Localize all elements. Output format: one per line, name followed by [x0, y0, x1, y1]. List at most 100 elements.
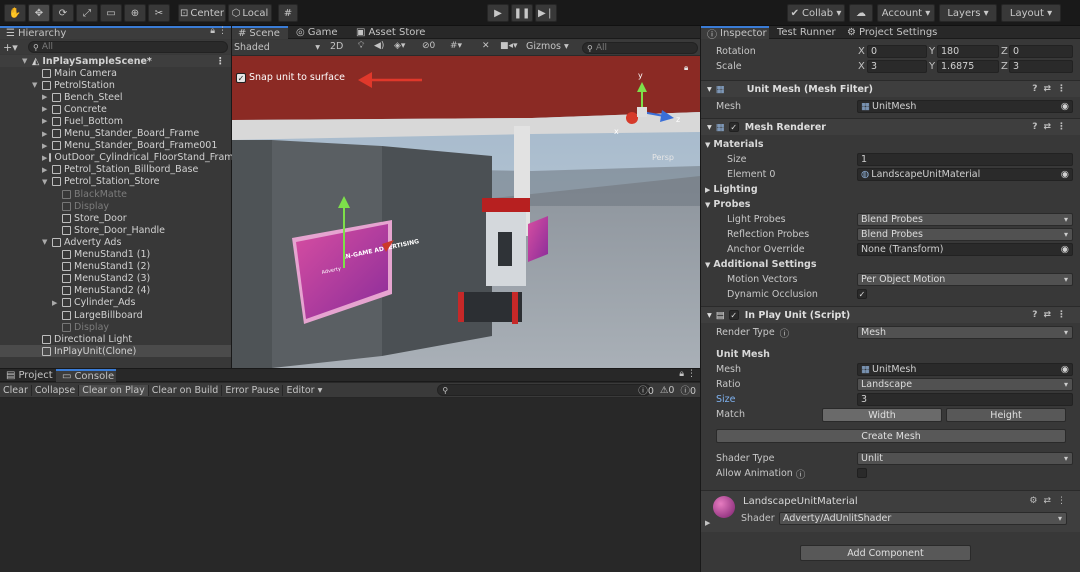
scale-tool-icon[interactable]: ⤢: [76, 4, 98, 22]
collapse-button[interactable]: Collapse: [32, 384, 80, 396]
hierarchy-item[interactable]: ▶ Petrol_Station_Billbord_Base: [0, 164, 231, 176]
mesh-filter-header[interactable]: ▾ ▦ Unit Mesh (Mesh Filter) ?⇄⋮: [701, 80, 1080, 97]
transform-tool-icon[interactable]: ⊕: [124, 4, 146, 22]
tab-console[interactable]: ▭ Console: [56, 369, 116, 382]
light-probes-dropdown[interactable]: Blend Probes: [857, 213, 1073, 226]
warning-filter-toggle[interactable]: ⚠0: [660, 385, 675, 396]
object-picker-icon[interactable]: ◉: [1061, 101, 1069, 112]
collapse-arrow-icon[interactable]: ▶: [42, 130, 50, 138]
hierarchy-item[interactable]: Display: [0, 321, 231, 333]
gizmo-x-sphere[interactable]: [626, 112, 638, 124]
inplay-unit-header[interactable]: ▾ ▤ ✓ In Play Unit (Script) ?⇄⋮: [701, 306, 1080, 323]
more-menu-icon[interactable]: ⋮: [218, 26, 227, 36]
object-picker-icon[interactable]: ◉: [1061, 169, 1069, 180]
object-picker-icon[interactable]: ◉: [1061, 364, 1069, 375]
scene-root-item[interactable]: ▼ ◭ InPlaySampleScene* ⋮: [0, 55, 231, 67]
inplay-size-field[interactable]: 3: [857, 393, 1073, 406]
additional-settings-foldout[interactable]: ▼ Additional Settings: [701, 257, 1080, 272]
pivot-center-button[interactable]: ⊡ Center: [178, 4, 226, 22]
collapse-arrow-icon[interactable]: ▶: [52, 299, 60, 307]
grid-snap-icon[interactable]: #: [278, 4, 298, 22]
hierarchy-item[interactable]: ▶ Concrete: [0, 103, 231, 115]
step-button[interactable]: ▶❘: [535, 4, 557, 22]
hierarchy-item[interactable]: MenuStand2 (4): [0, 285, 231, 297]
hierarchy-item[interactable]: ▶ Menu_Stander_Board_Frame: [0, 128, 231, 140]
hierarchy-item[interactable]: Store_Door: [0, 212, 231, 224]
hierarchy-item[interactable]: ▶ Cylinder_Ads: [0, 297, 231, 309]
2d-toggle-button[interactable]: 2D: [330, 41, 343, 52]
element0-material-field[interactable]: ◍ LandscapeUnitMaterial ◉: [857, 168, 1073, 181]
foldout-arrow-icon[interactable]: ▾: [707, 84, 712, 95]
log-filter-toggle[interactable]: ⓘ0: [638, 383, 654, 397]
collab-dropdown[interactable]: ✔ Collab ▾: [787, 4, 845, 22]
scale-y-field[interactable]: 1.6875: [937, 60, 999, 73]
hierarchy-item[interactable]: Store_Door_Handle: [0, 224, 231, 236]
hierarchy-item[interactable]: ▼ Adverty Ads: [0, 236, 231, 248]
lighting-foldout[interactable]: ▶ Lighting: [701, 182, 1080, 197]
collapse-arrow-icon[interactable]: ▶: [42, 166, 50, 174]
component-header-icons[interactable]: ?⇄⋮: [1032, 310, 1072, 320]
shader-type-dropdown[interactable]: Unlit: [857, 452, 1073, 465]
expand-arrow-icon[interactable]: ▼: [22, 57, 30, 65]
tab-project[interactable]: ▤ Project: [0, 369, 59, 382]
materials-foldout[interactable]: ▼ Materials: [701, 137, 1080, 152]
mesh-renderer-enabled-checkbox[interactable]: ✓: [728, 122, 739, 132]
material-preview-sphere[interactable]: [713, 496, 735, 518]
persp-label[interactable]: Persp: [652, 153, 674, 162]
component-header-icons[interactable]: ?⇄⋮: [1032, 84, 1072, 94]
lighting-toggle-icon[interactable]: 💡︎: [358, 41, 364, 51]
hierarchy-item[interactable]: Directional Light: [0, 333, 231, 345]
render-type-dropdown[interactable]: Mesh: [857, 326, 1073, 339]
hierarchy-item[interactable]: ▶ Menu_Stander_Board_Frame001: [0, 140, 231, 152]
allow-animation-checkbox[interactable]: [857, 468, 867, 478]
object-picker-icon[interactable]: ◉: [1061, 244, 1069, 255]
shading-mode-dropdown[interactable]: Shaded ▾: [234, 41, 322, 54]
rotation-y-field[interactable]: 180: [937, 45, 999, 58]
lock-icon[interactable]: 🔒︎: [679, 369, 684, 379]
hierarchy-item[interactable]: LargeBillboard: [0, 309, 231, 321]
mesh-renderer-header[interactable]: ▾ ▦ ✓ Mesh Renderer ?⇄⋮: [701, 118, 1080, 135]
hidden-objects-toggle[interactable]: ⊘0: [422, 41, 435, 51]
motion-vectors-dropdown[interactable]: Per Object Motion: [857, 273, 1073, 286]
tab-project-settings[interactable]: ⚙ Project Settings: [841, 26, 943, 39]
rotation-z-field[interactable]: 0: [1009, 45, 1073, 58]
material-header-icons[interactable]: ⚙⇄⋮: [1029, 496, 1072, 506]
tab-scene[interactable]: # Scene: [232, 26, 288, 39]
play-button[interactable]: ▶: [487, 4, 509, 22]
create-add-icon[interactable]: +▾: [3, 41, 18, 54]
tab-inspector[interactable]: ⓘ Inspector: [701, 26, 769, 41]
collapse-arrow-icon[interactable]: ▶: [42, 105, 50, 113]
gizmo-center-cube[interactable]: [637, 107, 647, 117]
mesh-filter-mesh-field[interactable]: ▦ UnitMesh ◉: [857, 100, 1073, 113]
pause-button[interactable]: ❚❚: [511, 4, 533, 22]
collapse-arrow-icon[interactable]: ▶: [42, 154, 47, 162]
hierarchy-item[interactable]: ▶ Bench_Steel: [0, 91, 231, 103]
cloud-icon[interactable]: ☁: [849, 4, 873, 22]
hierarchy-item[interactable]: MenuStand1 (2): [0, 261, 231, 273]
scene-menu-icon[interactable]: ⋮: [216, 56, 226, 67]
match-height-button[interactable]: Height: [946, 408, 1066, 422]
clear-on-play-button[interactable]: Clear on Play: [79, 384, 149, 396]
tools-icon[interactable]: ✕: [482, 41, 490, 51]
checkbox-checked-icon[interactable]: ✓: [236, 72, 246, 83]
probes-foldout[interactable]: ▼ Probes: [701, 197, 1080, 212]
add-component-button[interactable]: Add Component: [800, 545, 971, 561]
scale-x-field[interactable]: 3: [867, 60, 927, 73]
inplay-mesh-field[interactable]: ▦ UnitMesh ◉: [857, 363, 1073, 376]
clear-button[interactable]: Clear: [0, 384, 32, 396]
editor-dropdown[interactable]: Editor ▾: [283, 385, 325, 396]
error-filter-toggle[interactable]: ⓘ0: [680, 383, 696, 397]
grid-toggle-icon[interactable]: #▾: [450, 41, 462, 51]
rect-tool-icon[interactable]: ▭: [100, 4, 122, 22]
error-pause-button[interactable]: Error Pause: [222, 384, 284, 396]
layout-dropdown[interactable]: Layout ▾: [1001, 4, 1061, 22]
hierarchy-item[interactable]: ▼ Petrol_Station_Store: [0, 176, 231, 188]
reflection-probes-dropdown[interactable]: Blend Probes: [857, 228, 1073, 241]
collapse-arrow-icon[interactable]: ▶: [42, 117, 50, 125]
hierarchy-search-input[interactable]: ⚲ All: [28, 41, 228, 53]
scene-viewport[interactable]: IN-GAME ADVERTISING Adverty y z x Persp …: [232, 56, 700, 368]
hierarchy-item[interactable]: MenuStand2 (3): [0, 273, 231, 285]
gizmos-dropdown[interactable]: Gizmos ▾: [526, 41, 569, 52]
dynamic-occlusion-checkbox[interactable]: ✓: [857, 289, 867, 299]
account-dropdown[interactable]: Account ▾: [877, 4, 935, 22]
